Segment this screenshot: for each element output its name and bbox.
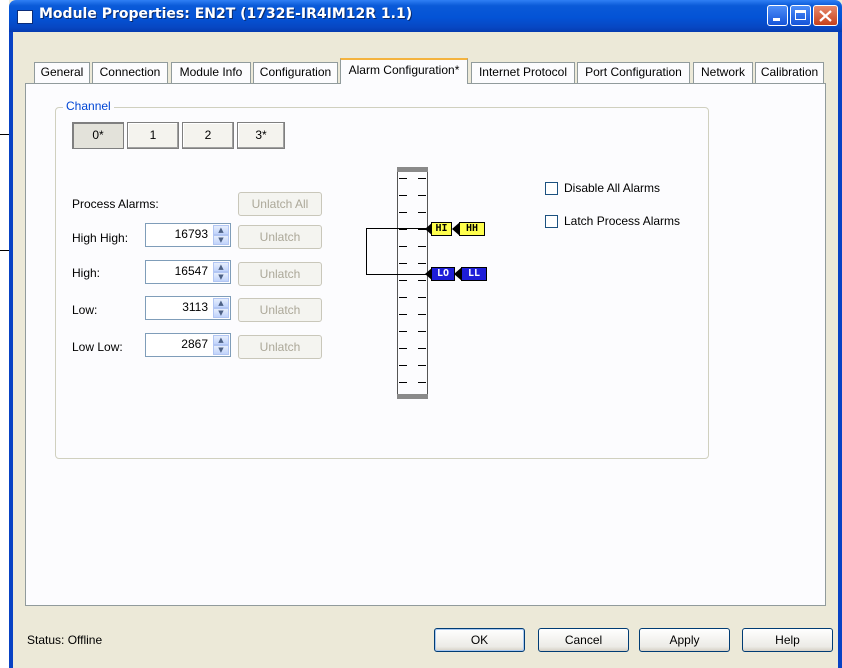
disable-all-alarms-checkbox[interactable] (545, 182, 558, 195)
process-alarms-heading: Process Alarms: (72, 197, 159, 211)
maximize-button[interactable] (790, 5, 811, 26)
close-icon (819, 10, 832, 22)
ladder-tick-left (399, 348, 407, 349)
disable-all-alarms-label[interactable]: Disable All Alarms (564, 181, 660, 195)
unlatch-low-low-button[interactable]: Unlatch (238, 335, 322, 359)
window-icon[interactable] (17, 10, 33, 24)
cancel-button[interactable]: Cancel (538, 628, 629, 652)
tab-configuration[interactable]: Configuration (253, 62, 338, 83)
spin-up-icon[interactable]: ▲ (213, 225, 229, 235)
ladder-tick-left (399, 365, 407, 366)
low-low-value: 2867 (181, 337, 208, 351)
minimize-button[interactable] (767, 5, 788, 26)
callout-bracket-bottom (366, 274, 426, 275)
ladder-tick-right (418, 314, 426, 315)
unlatch-high-high-button[interactable]: Unlatch (238, 225, 322, 249)
tab-module-info[interactable]: Module Info (171, 62, 251, 83)
low-spinbox[interactable]: 3113 ▲ ▼ (145, 296, 231, 320)
channel-0-button[interactable]: 0* (72, 122, 124, 149)
spin-down-icon[interactable]: ▼ (213, 345, 229, 355)
window-frame-right (838, 32, 842, 668)
window-frame-left (9, 32, 13, 668)
ladder-tick-left (399, 314, 407, 315)
ladder-tick-right (418, 297, 426, 298)
high-high-spinbox[interactable]: 16793 ▲ ▼ (145, 223, 231, 247)
close-button[interactable] (813, 5, 838, 26)
minimize-icon (773, 18, 780, 21)
low-value: 3113 (182, 300, 208, 314)
ladder-top-cap (397, 167, 428, 172)
tab-network[interactable]: Network (693, 62, 753, 83)
tab-internet-protocol[interactable]: Internet Protocol (471, 62, 575, 83)
high-label: High: (72, 266, 101, 280)
ladder-bottom-cap (397, 394, 428, 399)
ladder-tick-left (399, 297, 407, 298)
spin-up-icon[interactable]: ▲ (213, 298, 229, 308)
ladder-tick-left (399, 331, 407, 332)
channel-2-button[interactable]: 2 (182, 122, 234, 149)
latch-process-alarms-checkbox[interactable] (545, 215, 558, 228)
ladder-tick-right (418, 348, 426, 349)
ladder-tick-left (399, 195, 407, 196)
hh-alarm-tag[interactable]: HH (459, 222, 485, 236)
callout-bracket-top (366, 228, 426, 229)
ladder-tick-left (399, 212, 407, 213)
low-low-spinbox[interactable]: 2867 ▲ ▼ (145, 333, 231, 357)
tab-connection[interactable]: Connection (92, 62, 168, 83)
ok-button[interactable]: OK (434, 628, 525, 652)
channel-3-button[interactable]: 3* (237, 122, 285, 149)
spin-down-icon[interactable]: ▼ (213, 272, 229, 282)
ll-alarm-tag[interactable]: LL (461, 267, 487, 281)
high-high-value: 16793 (174, 227, 208, 241)
ladder-tick-left (399, 229, 407, 230)
tab-alarm-configuration[interactable]: Alarm Configuration* (340, 58, 468, 84)
tab-calibration[interactable]: Calibration (755, 62, 824, 83)
unlatch-high-button[interactable]: Unlatch (238, 262, 322, 286)
latch-process-alarms-label[interactable]: Latch Process Alarms (564, 214, 680, 228)
ladder-tick-left (399, 280, 407, 281)
ladder-tick-left (399, 382, 407, 383)
ladder-tick-right (418, 178, 426, 179)
ladder-tick-left (399, 178, 407, 179)
low-label: Low: (72, 303, 98, 317)
low-low-label: Low Low: (72, 340, 123, 354)
ladder-tick-right (418, 365, 426, 366)
ladder-tick-right (418, 331, 426, 332)
maximize-icon (795, 10, 806, 20)
spin-down-icon[interactable]: ▼ (213, 235, 229, 245)
status-text: Status: Offline (27, 633, 103, 647)
unlatch-all-button[interactable]: Unlatch All (238, 192, 322, 216)
help-button[interactable]: Help (742, 628, 833, 652)
high-spinbox[interactable]: 16547 ▲ ▼ (145, 260, 231, 284)
ladder-tick-right (418, 246, 426, 247)
window-title: Module Properties: EN2T (1732E-IR4IM12R … (39, 6, 413, 22)
ladder-tick-right (418, 195, 426, 196)
channel-1-button[interactable]: 1 (127, 122, 179, 149)
high-value: 16547 (174, 264, 208, 278)
tab-port-configuration[interactable]: Port Configuration (577, 62, 690, 83)
ladder-tick-right (418, 212, 426, 213)
high-high-label: High High: (72, 231, 129, 245)
spin-up-icon[interactable]: ▲ (213, 262, 229, 272)
tab-general[interactable]: General (34, 62, 90, 83)
ladder-tick-right (418, 382, 426, 383)
hi-alarm-tag[interactable]: HI (431, 222, 452, 236)
spin-up-icon[interactable]: ▲ (213, 335, 229, 345)
lo-alarm-tag[interactable]: LO (431, 267, 455, 281)
ladder-tick-left (399, 263, 407, 264)
unlatch-low-button[interactable]: Unlatch (238, 298, 322, 322)
channel-group-label: Channel (63, 99, 114, 113)
ladder-tick-left (399, 246, 407, 247)
callout-bracket-vertical (366, 228, 367, 274)
apply-button[interactable]: Apply (639, 628, 730, 652)
spin-down-icon[interactable]: ▼ (213, 308, 229, 318)
ladder-tick-right (418, 263, 426, 264)
